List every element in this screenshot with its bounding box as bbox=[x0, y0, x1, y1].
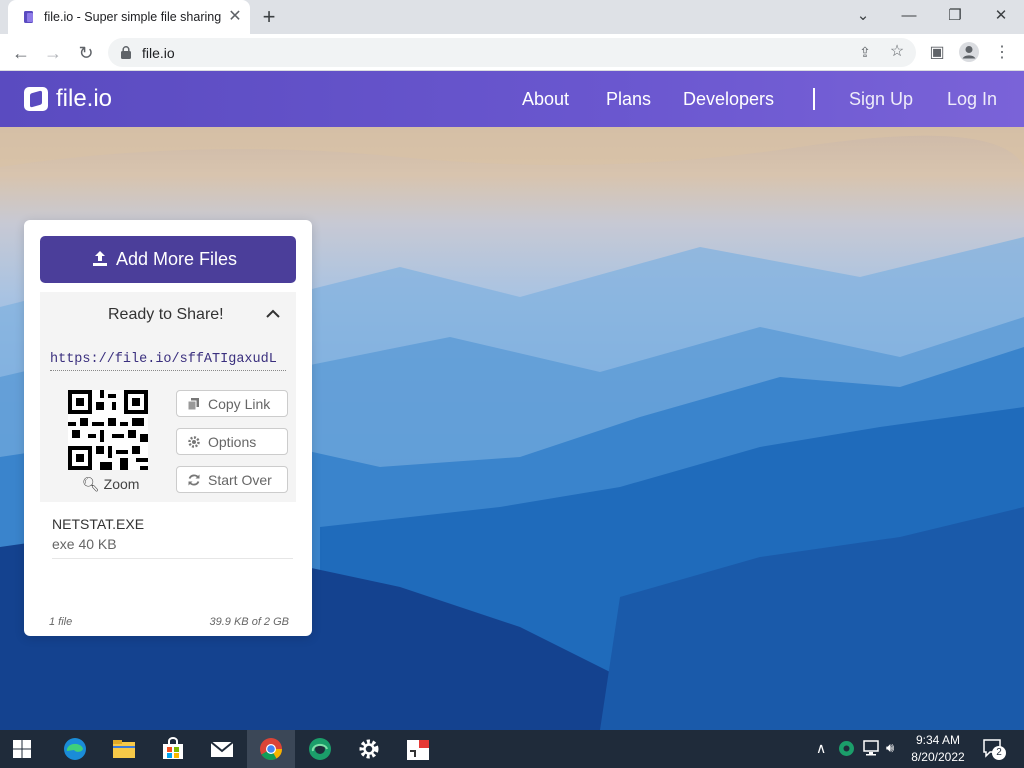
file-divider bbox=[52, 558, 293, 559]
share-status-title: Ready to Share! bbox=[108, 306, 224, 323]
windows-taskbar: ∧ 🔊︎ 9:34 AM 8/20/2022 2 bbox=[0, 730, 1024, 768]
notification-count-badge: 2 bbox=[992, 746, 1006, 760]
add-more-files-label: Add More Files bbox=[116, 249, 238, 269]
copy-link-label: Copy Link bbox=[208, 396, 271, 412]
copy-icon bbox=[187, 398, 199, 411]
nav-log-in[interactable]: Log In bbox=[947, 89, 997, 110]
tray-overflow-chevron-icon[interactable]: ∧ bbox=[816, 740, 826, 757]
close-tab-icon[interactable]: ✕ bbox=[226, 8, 244, 26]
edge-beta-icon[interactable] bbox=[307, 736, 333, 762]
start-over-button[interactable]: Start Over bbox=[176, 466, 288, 493]
browser-menu-icon[interactable]: ⋮ bbox=[991, 42, 1013, 64]
site-header: file.io About Plans Developers Sign Up L… bbox=[0, 71, 1024, 127]
chrome-browser-icon[interactable] bbox=[258, 736, 284, 762]
browser-toolbar: ← → ↻ file.io ⇪ ☆ ▣ ⋮ bbox=[0, 34, 1024, 71]
share-icon[interactable]: ⇪ bbox=[854, 41, 876, 63]
share-section: Ready to Share! https://file.io/sffATIga… bbox=[40, 292, 296, 502]
system-clock[interactable]: 9:34 AM 8/20/2022 bbox=[906, 732, 970, 766]
browser-tab[interactable]: file.io - Super simple file sharing ✕ bbox=[8, 0, 250, 34]
nav-separator bbox=[813, 88, 815, 110]
nav-plans[interactable]: Plans bbox=[606, 89, 651, 110]
clock-date: 8/20/2022 bbox=[911, 750, 965, 764]
tab-search-chevron-icon[interactable]: ⌄ bbox=[851, 5, 875, 27]
upload-panel: Add More Files Ready to Share! https://f… bbox=[24, 220, 312, 636]
clock-time: 9:34 AM bbox=[915, 733, 961, 747]
start-over-label: Start Over bbox=[208, 472, 272, 488]
volume-icon[interactable]: 🔊︎ bbox=[886, 740, 894, 756]
network-icon[interactable] bbox=[863, 740, 881, 757]
new-tab-button[interactable]: + bbox=[258, 6, 280, 28]
close-window-icon[interactable]: ✕ bbox=[989, 5, 1013, 27]
settings-gear-icon[interactable] bbox=[356, 736, 382, 762]
nav-about[interactable]: About bbox=[522, 89, 569, 110]
back-icon[interactable]: ← bbox=[10, 42, 32, 64]
minimize-icon[interactable]: — bbox=[897, 5, 921, 27]
copy-link-button[interactable]: Copy Link bbox=[176, 390, 288, 417]
magnifier-icon: 🔍︎ bbox=[82, 476, 100, 492]
qr-code-icon bbox=[68, 390, 148, 470]
nav-sign-up[interactable]: Sign Up bbox=[849, 89, 913, 110]
edge-browser-icon[interactable] bbox=[62, 736, 88, 762]
file-meta: exe 40 KB bbox=[52, 536, 117, 552]
site-logo-text[interactable]: file.io bbox=[56, 85, 112, 113]
gear-icon bbox=[188, 436, 200, 448]
nav-developers[interactable]: Developers bbox=[683, 89, 774, 110]
options-label: Options bbox=[208, 434, 257, 450]
refresh-icon bbox=[188, 474, 200, 486]
fileio-favicon-icon bbox=[24, 11, 33, 23]
share-link-text[interactable]: https://file.io/sffATIgaxudL bbox=[50, 352, 286, 371]
storage-usage: 39.9 KB of 2 GB bbox=[209, 616, 290, 628]
bookmark-star-icon[interactable]: ☆ bbox=[886, 41, 908, 63]
windows-start-icon[interactable] bbox=[12, 739, 32, 759]
profile-avatar-icon[interactable] bbox=[958, 41, 980, 63]
forward-icon[interactable]: → bbox=[42, 42, 64, 64]
options-button[interactable]: Options bbox=[176, 428, 288, 455]
lock-icon bbox=[121, 46, 131, 59]
fileio-logo-icon[interactable] bbox=[24, 87, 48, 111]
file-count: 1 file bbox=[49, 616, 73, 628]
7zip-icon[interactable] bbox=[405, 736, 431, 762]
side-panel-icon[interactable]: ▣ bbox=[926, 42, 948, 64]
mail-icon[interactable] bbox=[209, 736, 235, 762]
zoom-qr-button[interactable]: 🔍︎ Zoom bbox=[82, 476, 139, 493]
url-text: file.io bbox=[142, 45, 175, 61]
zoom-label: Zoom bbox=[103, 476, 140, 492]
tab-title: file.io - Super simple file sharing bbox=[44, 10, 222, 24]
file-name: NETSTAT.EXE bbox=[52, 516, 145, 532]
address-bar[interactable]: file.io ⇪ ☆ bbox=[108, 38, 916, 67]
reload-icon[interactable]: ↻ bbox=[75, 42, 97, 64]
browser-tabstrip: file.io - Super simple file sharing ✕ + … bbox=[0, 0, 1024, 34]
restore-icon[interactable]: ❐ bbox=[943, 5, 967, 27]
file-explorer-icon[interactable] bbox=[111, 736, 137, 762]
tray-edge-icon[interactable] bbox=[838, 740, 855, 757]
chevron-up-icon[interactable] bbox=[264, 305, 282, 323]
add-more-files-button[interactable]: Add More Files bbox=[40, 236, 296, 283]
microsoft-store-icon[interactable] bbox=[160, 736, 186, 762]
upload-icon bbox=[93, 251, 107, 266]
